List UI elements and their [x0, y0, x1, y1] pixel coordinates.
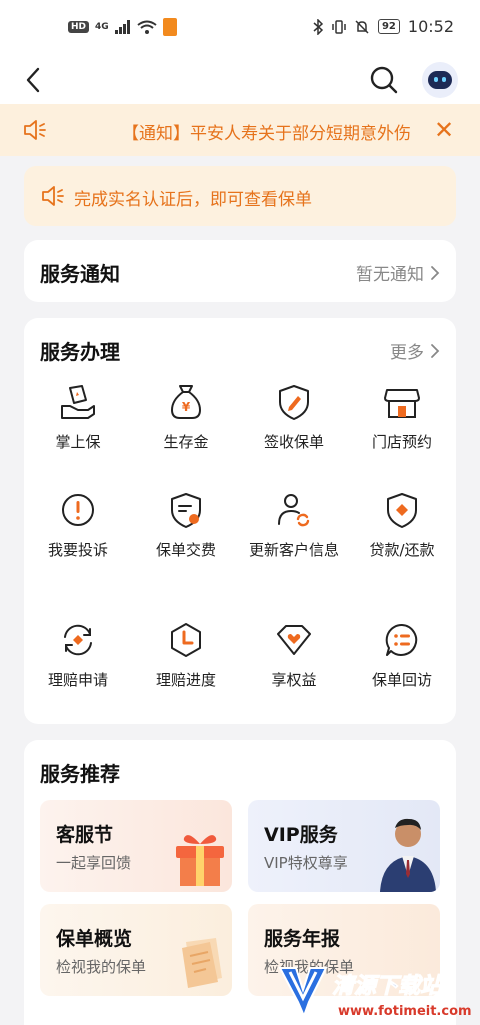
exclamation-circle-icon: [62, 494, 94, 526]
mute-icon: [355, 19, 369, 34]
service-item-policy-pay[interactable]: 保单交费: [132, 490, 240, 561]
top-nav-bar: [0, 56, 480, 104]
service-item-label: 理赔申请: [47, 671, 108, 689]
notice-banner[interactable]: 【通知】平安人寿关于部分短期意外伤 ✕: [0, 104, 480, 156]
chat-list-icon: [385, 623, 418, 656]
vibrate-icon: [332, 19, 346, 34]
bluetooth-icon: [313, 18, 324, 35]
battery-level: 92: [377, 19, 400, 34]
realname-tip[interactable]: 完成实名认证后，即可查看保单: [24, 166, 456, 226]
signal-icon: [114, 20, 130, 34]
claim-refresh-icon: [64, 624, 92, 656]
notification-app-icon: [162, 18, 177, 36]
recommend-tile-kefujie[interactable]: 客服节 一起享回馈: [40, 800, 232, 892]
hand-shield-icon: [61, 385, 95, 419]
diamond-heart-icon: [277, 625, 311, 655]
service-handling-title: 服务办理: [40, 340, 120, 364]
tile-title: 保单概览: [56, 928, 133, 950]
service-notice-title: 服务通知: [40, 262, 120, 286]
recommend-tile-vip[interactable]: VIP服务 VIP特权尊享: [248, 800, 440, 892]
service-item-loan[interactable]: 贷款/还款: [348, 490, 456, 561]
wifi-icon: [137, 20, 157, 34]
watermark-name: 清源下载站: [331, 974, 443, 1000]
status-left: HD 4G: [68, 18, 177, 36]
tile-subtitle: 检视我的保单: [56, 958, 147, 976]
close-icon[interactable]: ✕: [432, 116, 456, 144]
service-notice-card[interactable]: 服务通知 暂无通知: [24, 240, 456, 302]
service-item-label: 签收保单: [263, 433, 324, 451]
more-link[interactable]: 更多: [390, 338, 440, 363]
service-item-mendian[interactable]: 门店预约: [348, 382, 456, 453]
chevron-right-icon: [431, 343, 440, 358]
service-item-label: 我要投诉: [47, 541, 108, 559]
svg-text:¥: ¥: [182, 400, 191, 414]
back-arrow-icon[interactable]: [20, 64, 48, 96]
notice-text[interactable]: 【通知】平安人寿关于部分短期意外伤: [122, 119, 411, 144]
tile-subtitle: VIP特权尊享: [264, 854, 348, 872]
shield-diamond-icon: [387, 493, 417, 528]
service-item-label: 理赔进度: [155, 671, 216, 689]
user-refresh-icon: [278, 494, 310, 527]
tile-subtitle: 一起享回馈: [56, 854, 132, 872]
service-item-claim-apply[interactable]: 理赔申请: [24, 620, 132, 691]
gift-box-icon: [176, 835, 224, 886]
clock: 10:52: [407, 17, 454, 36]
recommend-tile-policy-overview[interactable]: 保单概览 检视我的保单: [40, 904, 232, 996]
chevron-right-icon: [431, 265, 440, 280]
service-item-label: 保单回访: [371, 671, 432, 689]
assistant-avatar[interactable]: [422, 62, 458, 98]
service-item-label: 享权益: [271, 671, 317, 689]
service-notice-status[interactable]: 暂无通知: [356, 260, 440, 285]
search-icon[interactable]: [368, 64, 400, 96]
tip-text: 完成实名认证后，即可查看保单: [74, 190, 312, 210]
service-item-label: 掌上保: [55, 433, 101, 451]
store-icon: [384, 389, 420, 418]
policy-pay-icon: [171, 493, 201, 528]
service-item-update-info[interactable]: 更新客户信息: [240, 490, 348, 561]
service-notice-status-text: 暂无通知: [356, 265, 424, 285]
service-item-label: 保单交费: [155, 541, 216, 559]
service-item-zhangshangbao[interactable]: 掌上保: [24, 382, 132, 453]
advisor-portrait-icon: [380, 818, 436, 892]
service-handling-card: 服务办理 更多 掌上保 ¥ 生存金 签收保单 门店预约 我要投诉 保单交费 更新…: [24, 318, 456, 724]
status-right: 92 10:52: [312, 17, 454, 36]
service-item-claim-progress[interactable]: 理赔进度: [132, 620, 240, 691]
service-item-label: 门店预约: [371, 433, 432, 451]
tile-title: VIP服务: [264, 824, 338, 846]
watermark: 清源下载站 www.fotimeit.com: [276, 960, 472, 1022]
robot-icon: [428, 71, 452, 89]
hd-badge: HD: [68, 21, 90, 33]
tile-title: 客服节: [56, 824, 114, 846]
status-bar: HD 4G 92 10:52: [0, 0, 480, 56]
shield-pen-icon: [279, 385, 309, 420]
watermark-url: www.fotimeit.com: [338, 1004, 472, 1019]
tile-title: 服务年报: [264, 928, 341, 950]
service-item-qianshou[interactable]: 签收保单: [240, 382, 348, 453]
speaker-icon: [42, 186, 64, 206]
service-item-shengcunjin[interactable]: ¥ 生存金: [132, 382, 240, 453]
service-item-complaint[interactable]: 我要投诉: [24, 490, 132, 561]
service-recommend-title: 服务推荐: [40, 762, 120, 786]
service-item-label: 更新客户信息: [248, 541, 339, 559]
service-item-label: 生存金: [163, 433, 209, 451]
speaker-icon: [24, 120, 46, 140]
more-link-text: 更多: [390, 343, 424, 363]
service-item-revisit[interactable]: 保单回访: [348, 620, 456, 691]
money-bag-icon: ¥: [170, 385, 202, 419]
service-item-label: 贷款/还款: [369, 541, 435, 559]
watermark-logo-icon: [278, 967, 328, 1019]
signal-indicator: 4G: [95, 22, 109, 32]
document-scroll-icon: [182, 938, 222, 988]
hexagon-clock-icon: [171, 623, 201, 657]
service-item-benefits[interactable]: 享权益: [240, 620, 348, 691]
